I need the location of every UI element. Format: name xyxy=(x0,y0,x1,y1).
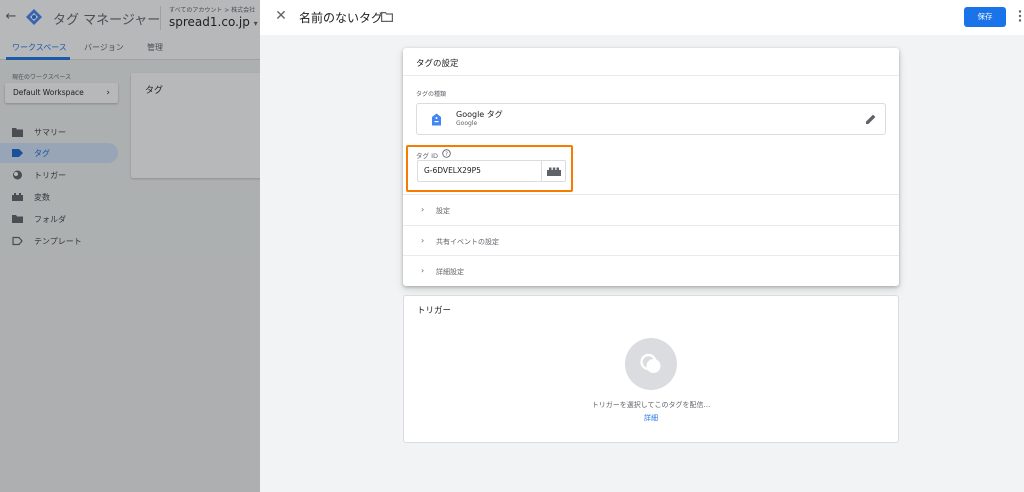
variable-icon xyxy=(547,167,561,176)
editor-header: ✕ 名前のないタグ 保存 xyxy=(260,0,1024,35)
section-label: 設定 xyxy=(436,207,450,215)
svg-text:?: ? xyxy=(445,152,448,158)
trigger-placeholder[interactable] xyxy=(625,338,677,390)
tag-id-input[interactable]: G-6DVELX29P5 xyxy=(417,160,542,182)
save-button[interactable]: 保存 xyxy=(964,7,1006,27)
pencil-icon[interactable] xyxy=(865,113,877,125)
section-settings[interactable]: › 設定 xyxy=(403,195,899,225)
card-divider xyxy=(403,75,899,76)
trigger-card[interactable]: トリガー トリガーを選択してこのタグを配信... 詳細 xyxy=(403,295,899,443)
help-icon[interactable]: ? xyxy=(442,149,451,158)
trigger-title: トリガー xyxy=(417,306,452,316)
chevron-right-icon: › xyxy=(421,205,425,214)
learn-more-link[interactable]: 詳細 xyxy=(404,413,898,423)
variable-picker-button[interactable] xyxy=(541,160,566,182)
section-label: 共有イベントの設定 xyxy=(436,238,499,246)
more-vert-icon[interactable] xyxy=(1017,9,1023,23)
tag-type-vendor: Google xyxy=(456,120,478,127)
tag-editor-panel: ✕ 名前のないタグ 保存 タグの設定 タグの種類 Google タグ Googl… xyxy=(260,0,1024,492)
tag-type-selector[interactable]: Google タグ Google xyxy=(416,103,886,135)
section-advanced-settings[interactable]: › 詳細設定 xyxy=(403,256,899,286)
close-icon[interactable]: ✕ xyxy=(274,9,288,23)
tag-configuration-card: タグの設定 タグの種類 Google タグ Google タグ ID ? G-6… xyxy=(403,48,899,286)
chevron-right-icon: › xyxy=(421,236,425,245)
tag-config-title: タグの設定 xyxy=(416,59,459,69)
trigger-hint: トリガーを選択してこのタグを配信... xyxy=(591,401,711,409)
google-tag-icon xyxy=(432,113,441,126)
chevron-right-icon: › xyxy=(421,266,425,275)
tag-id-label: タグ ID xyxy=(416,152,438,160)
tag-type-label: タグの種類 xyxy=(416,91,447,98)
tag-name-input[interactable]: 名前のないタグ xyxy=(299,9,383,26)
section-shared-event-settings[interactable]: › 共有イベントの設定 xyxy=(403,226,899,256)
folder-icon[interactable] xyxy=(381,12,393,22)
trigger-icon xyxy=(640,353,661,373)
tag-type-name: Google タグ xyxy=(456,110,503,119)
section-label: 詳細設定 xyxy=(436,268,464,276)
modal-scrim[interactable] xyxy=(0,0,260,492)
